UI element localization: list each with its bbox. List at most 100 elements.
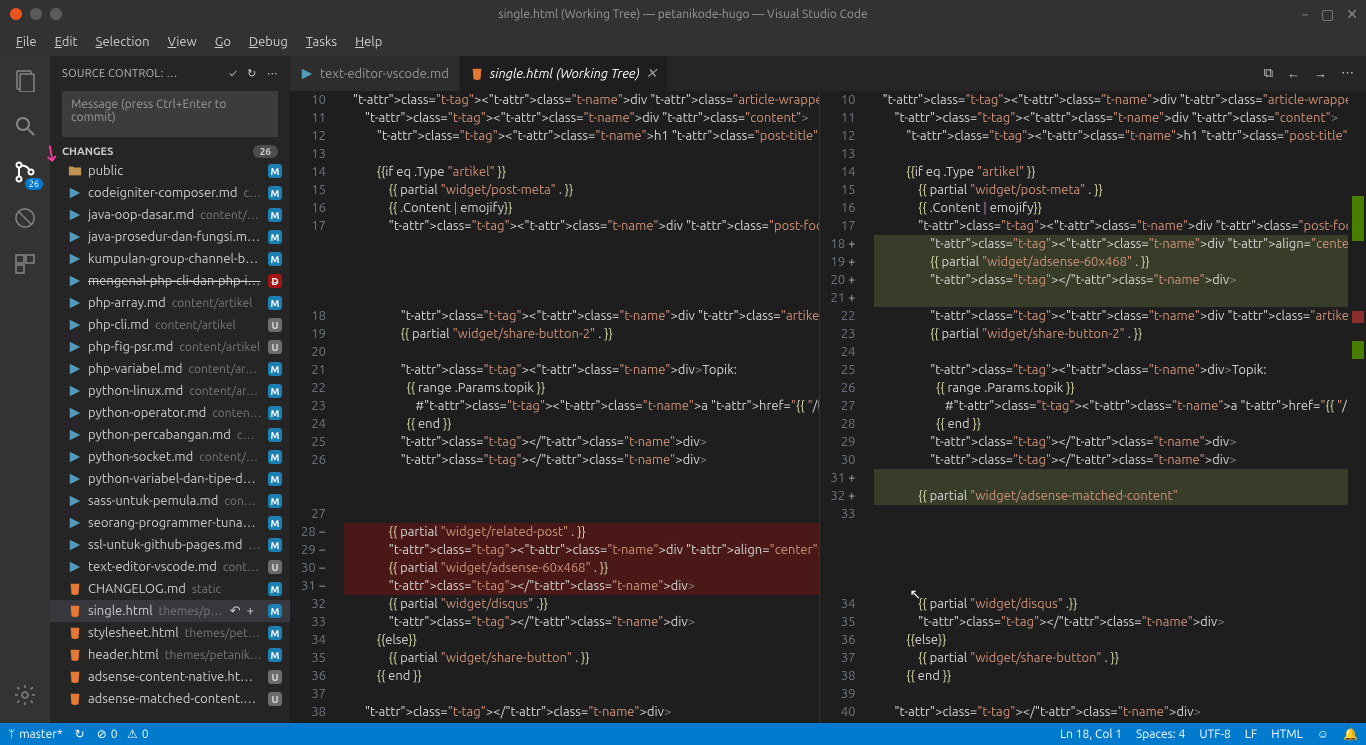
eol[interactable]: LF: [1245, 728, 1257, 741]
encoding[interactable]: UTF-8: [1199, 728, 1230, 741]
file-status-badge: M: [268, 362, 282, 376]
md-file-icon: [68, 450, 82, 464]
file-status-badge: M: [268, 648, 282, 662]
menu-tasks[interactable]: Tasks: [298, 33, 345, 51]
feedback-icon[interactable]: ☺: [1317, 727, 1329, 741]
file-name: ssl-untuk-github-pages.md: [88, 538, 242, 552]
git-branch[interactable]: ᛘ master*: [8, 728, 63, 741]
notifications-icon[interactable]: 🔔: [1343, 727, 1358, 741]
nav-back-icon[interactable]: ←: [1287, 66, 1300, 81]
md-file-icon: [68, 560, 82, 574]
diff-modified-pane[interactable]: 1011121314151617181920212223242526272829…: [820, 91, 1349, 723]
refresh-icon[interactable]: ↻: [247, 67, 257, 80]
file-row[interactable]: python-operator.md conten… M: [50, 402, 290, 424]
file-row[interactable]: java-prosedur-dan-fungsi.m… M: [50, 226, 290, 248]
file-row[interactable]: php-cli.md content/artikel U: [50, 314, 290, 336]
file-row[interactable]: codeigniter-composer.md c… M: [50, 182, 290, 204]
window-close-icon[interactable]: ✕: [1346, 6, 1358, 23]
file-path: content/artikel: [179, 341, 260, 354]
settings-gear-icon[interactable]: [11, 681, 39, 709]
extensions-icon[interactable]: [11, 250, 39, 278]
editor-area: text-editor-vscode.md single.html (Workin…: [290, 56, 1366, 723]
split-editor-icon[interactable]: ⧉: [1264, 66, 1273, 81]
source-control-icon[interactable]: 26: [11, 158, 39, 186]
file-path: themes/p…: [159, 605, 223, 618]
debug-icon[interactable]: [11, 204, 39, 232]
file-row[interactable]: ssl-untuk-github-pages.md … M: [50, 534, 290, 556]
file-path: content/artikel: [172, 297, 253, 310]
file-name: java-prosedur-dan-fungsi.m…: [88, 230, 260, 244]
file-row[interactable]: java-oop-dasar.md content/… M: [50, 204, 290, 226]
file-row[interactable]: php-fig-psr.md content/artikel U: [50, 336, 290, 358]
file-row[interactable]: text-editor-vscode.md cont… U: [50, 556, 290, 578]
file-row[interactable]: adsense-matched-content.h… U: [50, 688, 290, 710]
file-status-badge: U: [268, 670, 282, 684]
file-row[interactable]: python-variabel-dan-tipe-da… M: [50, 468, 290, 490]
menu-selection[interactable]: Selection: [88, 33, 158, 51]
file-status-badge: U: [268, 318, 282, 332]
file-status-badge: M: [268, 252, 282, 266]
close-tab-icon[interactable]: ✕: [646, 65, 658, 82]
window-close-button[interactable]: [10, 8, 22, 20]
menu-file[interactable]: File: [8, 33, 45, 51]
file-row[interactable]: adsense-content-native.htm… U: [50, 666, 290, 688]
menu-go[interactable]: Go: [207, 33, 239, 51]
file-row[interactable]: stylesheet.html themes/pet… M: [50, 622, 290, 644]
diff-editor[interactable]: 1011121314151617181920212223242526272829…: [290, 91, 1366, 723]
file-row[interactable]: kumpulan-group-channel-b… M: [50, 248, 290, 270]
file-row[interactable]: sass-untuk-pemula.md con… M: [50, 490, 290, 512]
search-icon[interactable]: [11, 112, 39, 140]
html-file-icon: [68, 604, 82, 618]
discard-icon[interactable]: ↶: [230, 604, 241, 619]
file-row[interactable]: CHANGELOG.md static M: [50, 578, 290, 600]
nav-forward-icon[interactable]: →: [1314, 66, 1327, 81]
window-restore-icon[interactable]: ▢: [1321, 6, 1334, 23]
window-min-icon[interactable]: −: [1301, 6, 1309, 23]
commit-message-input[interactable]: Message (press Ctrl+Enter to commit): [62, 91, 278, 137]
file-status-badge: M: [268, 538, 282, 552]
menubar: File Edit Selection View Go Debug Tasks …: [0, 28, 1366, 56]
file-row[interactable]: mengenal-php-cli-dan-php-i… D: [50, 270, 290, 292]
sync-icon[interactable]: ↻: [75, 727, 85, 741]
file-path: content/ar…: [189, 385, 258, 398]
file-path: con…: [224, 495, 255, 508]
file-path: c…: [244, 187, 262, 200]
menu-help[interactable]: Help: [347, 33, 390, 51]
diff-original-pane[interactable]: 1011121314151617181920212223242526272829…: [290, 91, 820, 723]
editor-tab[interactable]: text-editor-vscode.md: [290, 56, 460, 91]
window-maximize-button[interactable]: [50, 8, 62, 20]
file-row[interactable]: php-variabel.md content/ar… M: [50, 358, 290, 380]
file-name: codeigniter-composer.md: [88, 186, 238, 200]
html-file-icon: [470, 67, 484, 81]
file-row[interactable]: php-array.md content/artikel M: [50, 292, 290, 314]
editor-tab[interactable]: single.html (Working Tree)✕: [460, 56, 668, 91]
changes-section[interactable]: CHANGES 26: [50, 143, 290, 160]
file-row[interactable]: public M: [50, 160, 290, 182]
problems[interactable]: ⊘ 0 ⚠ 0: [97, 727, 149, 741]
cursor-position[interactable]: Ln 18, Col 1: [1060, 728, 1122, 741]
indentation[interactable]: Spaces: 4: [1136, 728, 1185, 741]
minimap[interactable]: [1348, 91, 1366, 723]
menu-view[interactable]: View: [160, 33, 205, 51]
file-name: mengenal-php-cli-dan-php-i…: [88, 274, 261, 288]
language-mode[interactable]: HTML: [1271, 728, 1303, 741]
md-file-icon: [68, 340, 82, 354]
stage-icon[interactable]: +: [247, 604, 254, 619]
editor-more-icon[interactable]: ⋯: [1341, 66, 1354, 81]
file-row[interactable]: single.html themes/p… ↶+ M: [50, 600, 290, 622]
commit-icon[interactable]: ✓: [229, 68, 237, 80]
tab-label: text-editor-vscode.md: [320, 67, 449, 81]
file-status-badge: M: [268, 428, 282, 442]
file-row[interactable]: python-percabangan.md c… M: [50, 424, 290, 446]
file-row[interactable]: python-socket.md content/… M: [50, 446, 290, 468]
window-minimize-button[interactable]: [30, 8, 42, 20]
explorer-icon[interactable]: [11, 66, 39, 94]
file-row[interactable]: seorang-programmer-tunan… M: [50, 512, 290, 534]
menu-debug[interactable]: Debug: [241, 33, 296, 51]
menu-edit[interactable]: Edit: [47, 33, 86, 51]
file-row[interactable]: python-linux.md content/ar… M: [50, 380, 290, 402]
file-status-badge: M: [268, 384, 282, 398]
file-status-badge: M: [268, 472, 282, 486]
file-row[interactable]: header.html themes/petanik… M: [50, 644, 290, 666]
more-icon[interactable]: ⋯: [267, 67, 278, 80]
